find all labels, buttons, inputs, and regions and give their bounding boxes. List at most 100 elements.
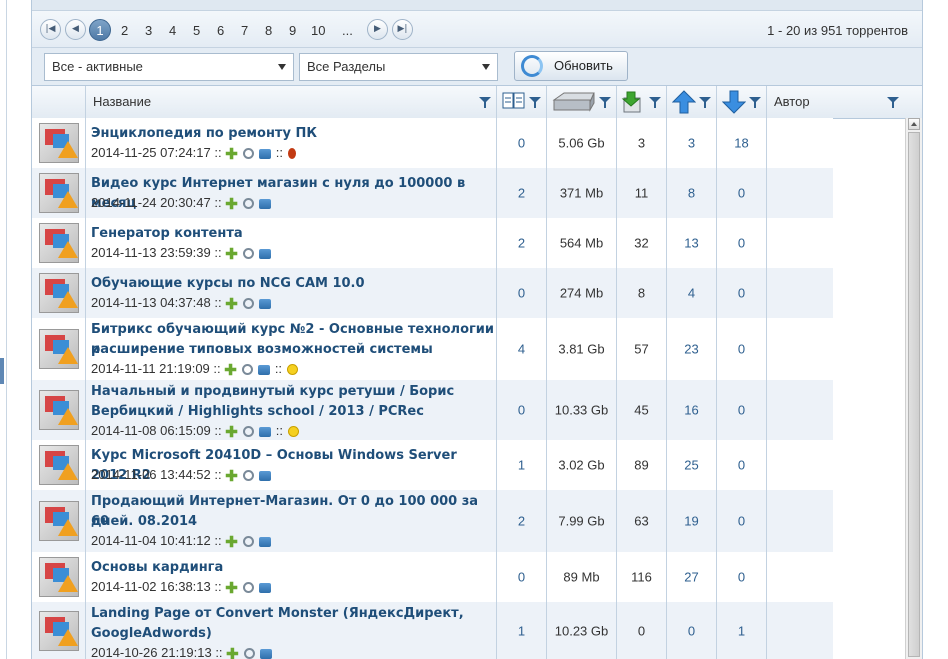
filter-icon[interactable] [599, 97, 611, 108]
torrent-title[interactable]: Энциклопедия по ремонту ПК [91, 124, 317, 144]
last-page-icon[interactable]: ▶| [392, 19, 413, 40]
table-row[interactable]: Энциклопедия по ремонту ПК 2014-11-25 07:… [32, 118, 905, 168]
header-seeders[interactable] [667, 86, 717, 118]
seeders-value[interactable]: 4 [667, 286, 716, 301]
download-icon[interactable] [258, 199, 271, 209]
thanks-icon[interactable]: ✚ [225, 297, 238, 312]
torrent-title[interactable]: Начальный и продвинутый курс ретуши / Бо… [91, 382, 454, 402]
leechers-value[interactable]: 0 [717, 186, 766, 201]
leechers-value[interactable]: 0 [717, 570, 766, 585]
table-row[interactable]: Курс Microsoft 20410D – Основы Windows S… [32, 440, 905, 490]
seeders-value[interactable]: 23 [667, 342, 716, 357]
download-icon[interactable] [258, 149, 271, 159]
thanks-icon[interactable]: ✚ [225, 535, 238, 550]
category-icon[interactable] [39, 390, 79, 430]
refresh-button[interactable]: Обновить [514, 51, 628, 81]
leechers-value[interactable]: 0 [717, 342, 766, 357]
comments-value[interactable]: 1 [497, 624, 546, 639]
torrent-title[interactable]: GoogleAdwords) [91, 624, 212, 644]
comments-value[interactable]: 1 [497, 458, 546, 473]
section-filter-select[interactable]: Все Разделы [299, 53, 498, 81]
header-completed[interactable] [617, 86, 667, 118]
torrent-title[interactable]: расширение типовых возможностей системы [91, 340, 433, 360]
download-icon[interactable] [257, 365, 270, 375]
download-icon[interactable] [258, 427, 271, 437]
torrent-title[interactable]: Обучающие курсы по NCG CAM 10.0 [91, 274, 365, 294]
leechers-value[interactable]: 0 [717, 236, 766, 251]
thanks-icon[interactable]: ✚ [225, 425, 238, 440]
download-icon[interactable] [258, 299, 271, 309]
header-name[interactable]: Название [86, 86, 497, 118]
thanks-icon[interactable]: ✚ [226, 647, 239, 659]
comments-value[interactable]: 2 [497, 186, 546, 201]
details-icon[interactable] [242, 426, 254, 437]
table-row[interactable]: Начальный и продвинутый курс ретуши / Бо… [32, 380, 905, 440]
filter-icon[interactable] [699, 97, 711, 108]
seeders-value[interactable]: 19 [667, 514, 716, 529]
header-size[interactable] [547, 86, 617, 118]
category-icon[interactable] [39, 273, 79, 313]
category-icon[interactable] [39, 223, 79, 263]
seeders-value[interactable]: 13 [667, 236, 716, 251]
download-icon[interactable] [259, 649, 272, 659]
category-icon[interactable] [39, 173, 79, 213]
leechers-value[interactable]: 1 [717, 624, 766, 639]
comments-value[interactable]: 0 [497, 570, 546, 585]
prev-page-icon[interactable]: ◀ [65, 19, 86, 40]
category-icon[interactable] [39, 329, 79, 369]
thanks-icon[interactable]: ✚ [225, 581, 238, 596]
download-icon[interactable] [258, 471, 271, 481]
table-row[interactable]: Landing Page от Convert Monster (ЯндексД… [32, 602, 905, 659]
details-icon[interactable] [242, 582, 254, 593]
download-icon[interactable] [258, 537, 271, 547]
scroll-up-icon[interactable] [908, 118, 920, 130]
filter-icon[interactable] [749, 97, 761, 108]
details-icon[interactable] [242, 298, 254, 309]
page-link-8[interactable]: 8 [265, 23, 272, 38]
smile-icon[interactable] [288, 426, 300, 437]
comments-value[interactable]: 0 [497, 136, 546, 151]
thanks-icon[interactable]: ✚ [225, 197, 238, 212]
vertical-scrollbar[interactable] [905, 118, 922, 659]
smile-icon[interactable] [287, 364, 299, 375]
page-link-3[interactable]: 3 [145, 23, 152, 38]
page-link-1[interactable]: 1 [89, 19, 111, 41]
bug-icon[interactable] [288, 148, 297, 159]
details-icon[interactable] [243, 648, 255, 659]
torrent-title[interactable]: Генератор контента [91, 224, 243, 244]
filter-icon[interactable] [649, 97, 661, 108]
page-link-2[interactable]: 2 [121, 23, 128, 38]
comments-value[interactable]: 4 [497, 342, 546, 357]
details-icon[interactable] [242, 198, 254, 209]
thanks-icon[interactable]: ✚ [225, 247, 238, 262]
page-link-6[interactable]: 6 [217, 23, 224, 38]
thanks-icon[interactable]: ✚ [225, 469, 238, 484]
page-link-7[interactable]: 7 [241, 23, 248, 38]
first-page-icon[interactable]: |◀ [40, 19, 61, 40]
category-icon[interactable] [39, 123, 79, 163]
page-link-10[interactable]: 10 [311, 23, 325, 38]
seeders-value[interactable]: 3 [667, 136, 716, 151]
category-icon[interactable] [39, 557, 79, 597]
filter-icon[interactable] [479, 97, 491, 108]
download-icon[interactable] [258, 249, 271, 259]
seeders-value[interactable]: 0 [667, 624, 716, 639]
page-link-4[interactable]: 4 [169, 23, 176, 38]
leechers-value[interactable]: 0 [717, 403, 766, 418]
side-tab-marker[interactable] [0, 358, 4, 384]
comments-value[interactable]: 2 [497, 236, 546, 251]
page-link-5[interactable]: 5 [193, 23, 200, 38]
scrollbar-thumb[interactable] [908, 132, 920, 657]
table-row[interactable]: Видео курс Интернет магазин с нуля до 10… [32, 168, 905, 218]
page-link-9[interactable]: 9 [289, 23, 296, 38]
table-row[interactable]: Продающий Интернет-Магазин. От 0 до 100 … [32, 490, 905, 552]
details-icon[interactable] [242, 470, 254, 481]
torrent-title[interactable]: Вербицкий / Highlights school / 2013 / P… [91, 402, 424, 422]
details-icon[interactable] [242, 148, 254, 159]
table-row[interactable]: Обучающие курсы по NCG CAM 10.0 2014-11-1… [32, 268, 905, 318]
comments-value[interactable]: 0 [497, 403, 546, 418]
filter-icon[interactable] [529, 97, 541, 108]
seeders-value[interactable]: 27 [667, 570, 716, 585]
page-link-more[interactable]: ... [342, 23, 353, 38]
category-icon[interactable] [39, 611, 79, 651]
